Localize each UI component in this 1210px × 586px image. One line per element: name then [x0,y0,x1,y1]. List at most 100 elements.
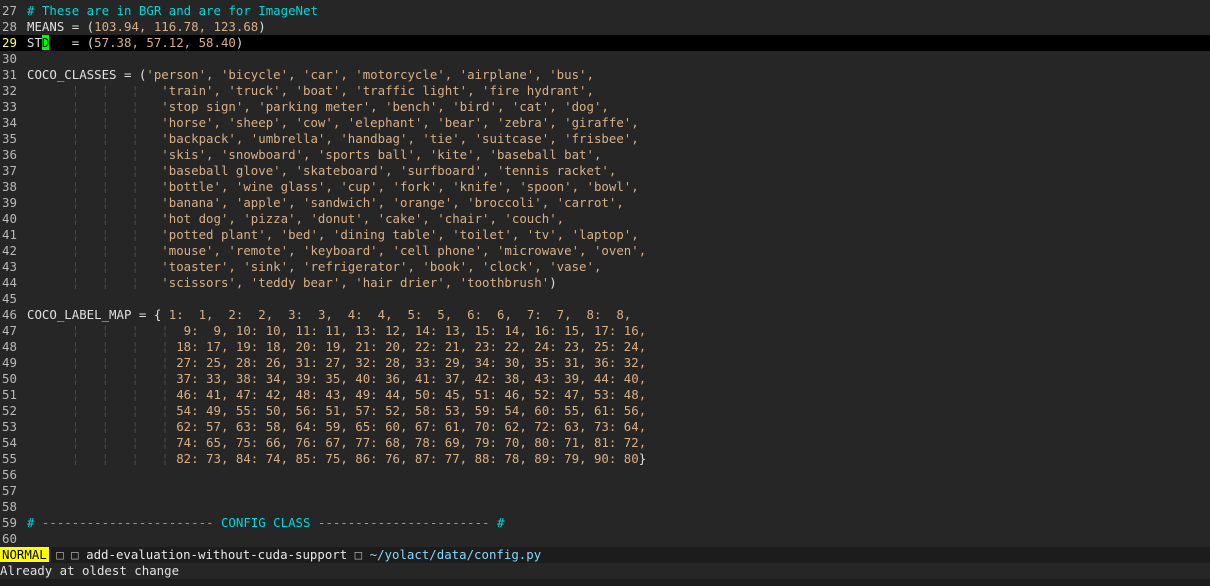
code-line[interactable]: 52 ¦ ¦ ¦ ¦ 54: 49, 55: 50, 56: 51, 57: 5… [0,403,1210,419]
indent-guide: ¦ ¦ ¦ [27,179,162,194]
line-text: ¦ ¦ ¦ 'train', 'truck', 'boat', 'traffic… [27,83,594,98]
code-line[interactable]: 42 ¦ ¦ ¦ 'mouse', 'remote', 'keyboard', … [0,243,1210,259]
code-token: 82: 73, 84: 74, 85: 75, 86: 76, 87: 77, … [176,451,639,466]
code-line[interactable]: 32 ¦ ¦ ¦ 'train', 'truck', 'boat', 'traf… [0,83,1210,99]
code-line[interactable]: 40 ¦ ¦ ¦ 'hot dog', 'pizza', 'donut', 'c… [0,211,1210,227]
code-line[interactable]: 55 ¦ ¦ ¦ ¦ 82: 73, 84: 74, 85: 75, 86: 7… [0,451,1210,467]
command-line[interactable]: Already at oldest change [0,563,1210,579]
line-number: 27 [2,3,17,18]
line-text: ¦ ¦ ¦ ¦ 18: 17, 19: 18, 20: 19, 21: 20, … [27,339,646,354]
bottom-strip [0,579,1210,586]
code-token: 'baseball glove', 'skateboard', 'surfboa… [161,163,617,178]
line-number: 48 [2,339,17,354]
code-line[interactable]: 49 ¦ ¦ ¦ ¦ 27: 25, 28: 26, 31: 27, 32: 2… [0,355,1210,371]
code-line[interactable]: 38 ¦ ¦ ¦ 'bottle', 'wine glass', 'cup', … [0,179,1210,195]
line-number: 36 [2,147,17,162]
code-token: 37: 33, 38: 34, 39: 35, 40: 36, 41: 37, … [176,371,647,386]
code-line[interactable]: 56 [0,467,1210,483]
code-line[interactable]: 43 ¦ ¦ ¦ 'toaster', 'sink', 'refrigerato… [0,259,1210,275]
line-number: 39 [2,195,17,210]
line-text: ¦ ¦ ¦ 'potted plant', 'bed', 'dining tab… [27,227,639,242]
line-number: 33 [2,99,17,114]
mode-indicator: NORMAL [0,547,49,562]
code-token: 'hot dog', 'pizza', 'donut', 'cake', 'ch… [161,211,565,226]
code-token: ) [258,19,266,34]
code-line[interactable]: 35 ¦ ¦ ¦ 'backpack', 'umbrella', 'handba… [0,131,1210,147]
line-number: 32 [2,83,17,98]
code-token: 46: 41, 47: 42, 48: 43, 49: 44, 50: 45, … [176,387,647,402]
line-number: 42 [2,243,17,258]
line-number: 50 [2,371,17,386]
code-line[interactable]: 46 COCO_LABEL_MAP = { 1: 1, 2: 2, 3: 3, 4… [0,307,1210,323]
indent-guide: ¦ ¦ ¦ ¦ [27,323,184,338]
code-line[interactable]: 41 ¦ ¦ ¦ 'potted plant', 'bed', 'dining … [0,227,1210,243]
code-token: 9: 9, 10: 10, 11: 11, 13: 12, 14: 13, 15… [183,323,647,338]
code-token: 'stop sign', 'parking meter', 'bench', '… [161,99,609,114]
code-line[interactable]: 39 ¦ ¦ ¦ 'banana', 'apple', 'sandwich', … [0,195,1210,211]
line-number: 45 [2,291,17,306]
line-text: ¦ ¦ ¦ ¦ 62: 57, 63: 58, 64: 59, 65: 60, … [27,419,646,434]
line-number: 49 [2,355,17,370]
code-line[interactable]: 53 ¦ ¦ ¦ ¦ 62: 57, 63: 58, 64: 59, 65: 6… [0,419,1210,435]
line-text: # These are in BGR and are for ImageNet [27,3,318,18]
code-token: 62: 57, 63: 58, 64: 59, 65: 60, 67: 61, … [176,419,647,434]
line-text: ¦ ¦ ¦ ¦ 46: 41, 47: 42, 48: 43, 49: 44, … [27,387,646,402]
indent-guide: ¦ ¦ ¦ [27,163,162,178]
code-line[interactable]: 36 ¦ ¦ ¦ 'skis', 'snowboard', 'sports ba… [0,147,1210,163]
code-line[interactable]: 45 [0,291,1210,307]
code-token: COCO_CLASSES = ( [27,67,147,82]
line-number: 35 [2,131,17,146]
code-token: 'train', 'truck', 'boat', 'traffic light… [161,83,594,98]
editor-buffer[interactable]: 27 # These are in BGR and are for ImageNe… [0,3,1210,547]
code-line[interactable]: 29 STD = (57.38, 57.12, 58.40) [0,35,1210,51]
code-token: 'skis', 'snowboard', 'sports ball', 'kit… [161,147,602,162]
code-line[interactable]: 44 ¦ ¦ ¦ 'scissors', 'teddy bear', 'hair… [0,275,1210,291]
code-token: = ( [49,35,95,50]
line-number: 37 [2,163,17,178]
line-text: ¦ ¦ ¦ ¦ 82: 73, 84: 74, 85: 75, 86: 76, … [27,451,646,466]
code-line[interactable]: 47 ¦ ¦ ¦ ¦ 9: 9, 10: 10, 11: 11, 13: 12,… [0,323,1210,339]
code-line[interactable]: 59 # ----------------------- CONFIG CLASS… [0,515,1210,531]
line-text: ¦ ¦ ¦ 'baseball glove', 'skateboard', 's… [27,163,617,178]
code-line[interactable]: 30 [0,51,1210,67]
line-number: 59 [2,515,17,530]
code-line[interactable]: 48 ¦ ¦ ¦ ¦ 18: 17, 19: 18, 20: 19, 21: 2… [0,339,1210,355]
file-path: ~/yolact/data/config.py [369,547,542,562]
line-number: 55 [2,451,17,466]
code-line[interactable]: 51 ¦ ¦ ¦ ¦ 46: 41, 47: 42, 48: 43, 49: 4… [0,387,1210,403]
code-line[interactable]: 60 [0,531,1210,547]
line-text: ¦ ¦ ¦ 'stop sign', 'parking meter', 'ben… [27,99,609,114]
line-number: 31 [2,67,17,82]
code-token: 27: 25, 28: 26, 31: 27, 32: 28, 33: 29, … [176,355,647,370]
indent-guide: ¦ ¦ ¦ ¦ [27,339,177,354]
code-line[interactable]: 54 ¦ ¦ ¦ ¦ 74: 65, 75: 66, 76: 67, 77: 6… [0,435,1210,451]
code-token: 'person', 'bicycle', 'car', 'motorcycle'… [146,67,594,82]
code-token: 18: 17, 19: 18, 20: 19, 21: 20, 22: 21, … [176,339,647,354]
line-text: ¦ ¦ ¦ 'bottle', 'wine glass', 'cup', 'fo… [27,179,639,194]
code-line[interactable]: 28 MEANS = (103.94, 116.78, 123.68) [0,19,1210,35]
indent-guide: ¦ ¦ ¦ [27,147,162,162]
indent-guide: ¦ ¦ ¦ [27,195,162,210]
line-number: 40 [2,211,17,226]
code-line[interactable]: 27 # These are in BGR and are for ImageNe… [0,3,1210,19]
indent-guide: ¦ ¦ ¦ ¦ [27,403,177,418]
line-text: ¦ ¦ ¦ 'skis', 'snowboard', 'sports ball'… [27,147,602,162]
code-line[interactable]: 57 [0,483,1210,499]
code-token: 'scissors', 'teddy bear', 'hair drier', … [161,275,550,290]
code-line[interactable]: 50 ¦ ¦ ¦ ¦ 37: 33, 38: 34, 39: 35, 40: 3… [0,371,1210,387]
code-line[interactable]: 31 COCO_CLASSES = ('person', 'bicycle', '… [0,67,1210,83]
indent-guide: ¦ ¦ ¦ ¦ [27,435,177,450]
line-number: 58 [2,499,17,514]
code-line[interactable]: 34 ¦ ¦ ¦ 'horse', 'sheep', 'cow', 'eleph… [0,115,1210,131]
line-number: 30 [2,51,17,66]
code-token: 103.94, 116.78, 123.68 [94,19,259,34]
code-line[interactable]: 58 [0,499,1210,515]
line-text: ¦ ¦ ¦ 'backpack', 'umbrella', 'handbag',… [27,131,639,146]
indent-guide: ¦ ¦ ¦ ¦ [27,419,177,434]
code-line[interactable]: 33 ¦ ¦ ¦ 'stop sign', 'parking meter', '… [0,99,1210,115]
code-line[interactable]: 37 ¦ ¦ ¦ 'baseball glove', 'skateboard',… [0,163,1210,179]
code-token: COCO_LABEL_MAP = { [27,307,169,322]
code-token: 'toaster', 'sink', 'refrigerator', 'book… [161,259,602,274]
line-text: ¦ ¦ ¦ 'hot dog', 'pizza', 'donut', 'cake… [27,211,564,226]
git-branch-icon: □ [56,547,64,562]
